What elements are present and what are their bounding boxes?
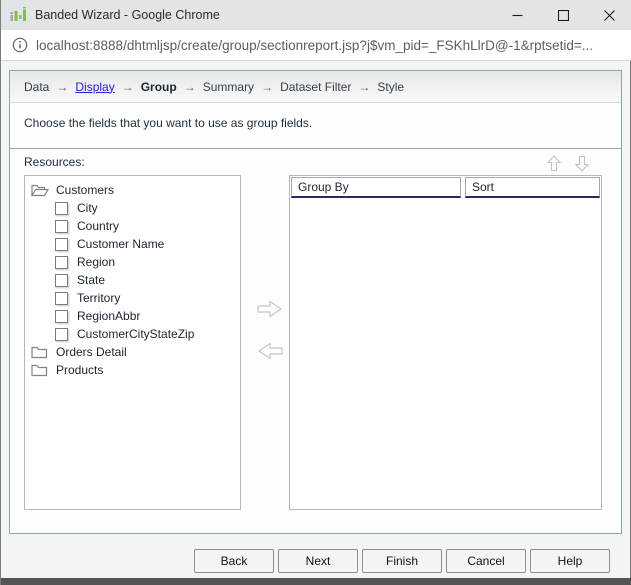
close-icon <box>604 10 615 21</box>
resources-label: Resources: <box>24 155 85 169</box>
tree-field-label: City <box>77 201 98 215</box>
next-button[interactable]: Next <box>278 549 358 573</box>
resources-tree-panel: Customers City Country Customer Name Reg… <box>24 175 241 510</box>
tree-field-label: CustomerCityStateZip <box>77 327 194 341</box>
chrome-popup-window: { "window": { "title": "Banded Wizard - … <box>0 0 631 585</box>
tree-node-customers[interactable]: Customers <box>25 181 240 199</box>
tree-field-region[interactable]: Region <box>25 253 240 271</box>
wizard-steps-bar: Data → Display → Group → Summary → Datas… <box>10 71 621 103</box>
move-down-icon[interactable] <box>574 155 590 172</box>
finish-button[interactable]: Finish <box>362 549 442 573</box>
checkbox-unchecked-icon[interactable] <box>55 274 68 287</box>
tree-field-regionabbr[interactable]: RegionAbbr <box>25 307 240 325</box>
tree-node-products[interactable]: Products <box>25 361 240 379</box>
step-dataset-filter: Dataset Filter <box>280 80 351 94</box>
tree-field-country[interactable]: Country <box>25 217 240 235</box>
checkbox-unchecked-icon[interactable] <box>55 202 68 215</box>
tree-node-orders-detail[interactable]: Orders Detail <box>25 343 240 361</box>
url-text[interactable]: localhost:8888/dhtmljsp/create/group/sec… <box>36 38 593 53</box>
group-fields-header: Group By Sort <box>290 176 601 198</box>
checkbox-unchecked-icon[interactable] <box>55 220 68 233</box>
step-arrow-icon: → <box>184 80 196 94</box>
maximize-button[interactable] <box>540 0 586 30</box>
column-header-sort[interactable]: Sort <box>465 177 600 198</box>
window-title: Banded Wizard - Google Chrome <box>35 8 220 22</box>
step-summary: Summary <box>203 80 254 94</box>
step-arrow-icon: → <box>56 80 68 94</box>
tree-field-label: RegionAbbr <box>77 309 140 323</box>
tree-field-label: Territory <box>77 291 120 305</box>
step-arrow-icon: → <box>261 80 273 94</box>
wizard-dialog: Data → Display → Group → Summary → Datas… <box>9 70 622 534</box>
tree-field-city[interactable]: City <box>25 199 240 217</box>
step-display-link[interactable]: Display <box>75 80 114 94</box>
checkbox-unchecked-icon[interactable] <box>55 328 68 341</box>
folder-closed-icon <box>31 345 49 359</box>
tree-field-label: Country <box>77 219 119 233</box>
step-arrow-icon: → <box>358 80 370 94</box>
app-logo-icon <box>9 6 27 24</box>
checkbox-unchecked-icon[interactable] <box>55 238 68 251</box>
dialog-button-row: Back Next Finish Cancel Help <box>194 549 610 573</box>
tree-node-label: Products <box>56 363 103 377</box>
page-info-icon[interactable] <box>12 37 28 53</box>
move-left-icon[interactable] <box>256 341 284 361</box>
tree-field-label: Region <box>77 255 115 269</box>
step-group-current: Group <box>141 80 177 94</box>
checkbox-unchecked-icon[interactable] <box>55 310 68 323</box>
close-button[interactable] <box>586 0 631 30</box>
tree-node-label: Orders Detail <box>56 345 127 359</box>
checkbox-unchecked-icon[interactable] <box>55 256 68 269</box>
tree-field-customercitystatezip[interactable]: CustomerCityStateZip <box>25 325 240 343</box>
tree-field-customer-name[interactable]: Customer Name <box>25 235 240 253</box>
minimize-icon <box>512 10 523 21</box>
tree-field-territory[interactable]: Territory <box>25 289 240 307</box>
tree-field-state[interactable]: State <box>25 271 240 289</box>
checkbox-unchecked-icon[interactable] <box>55 292 68 305</box>
move-up-icon[interactable] <box>546 155 562 172</box>
address-bar: localhost:8888/dhtmljsp/create/group/sec… <box>1 30 631 61</box>
minimize-button[interactable] <box>494 0 540 30</box>
group-fields-panel: Group By Sort <box>289 175 602 510</box>
folder-closed-icon <box>31 363 49 377</box>
instruction-text: Choose the fields that you want to use a… <box>10 104 621 149</box>
tree-field-label: Customer Name <box>77 237 164 251</box>
maximize-icon <box>558 10 569 21</box>
window-title-bar[interactable]: Banded Wizard - Google Chrome <box>1 0 631 30</box>
window-controls <box>494 0 631 30</box>
step-style: Style <box>377 80 404 94</box>
step-arrow-icon: → <box>122 80 134 94</box>
step-data: Data <box>24 80 49 94</box>
back-button[interactable]: Back <box>194 549 274 573</box>
folder-open-icon <box>31 183 49 197</box>
help-button[interactable]: Help <box>530 549 610 573</box>
tree-field-label: State <box>77 273 105 287</box>
column-header-group-by[interactable]: Group By <box>291 177 461 198</box>
cancel-button[interactable]: Cancel <box>446 549 526 573</box>
tree-node-label: Customers <box>56 183 114 197</box>
window-bottom-edge <box>1 578 631 585</box>
move-right-icon[interactable] <box>256 299 284 319</box>
